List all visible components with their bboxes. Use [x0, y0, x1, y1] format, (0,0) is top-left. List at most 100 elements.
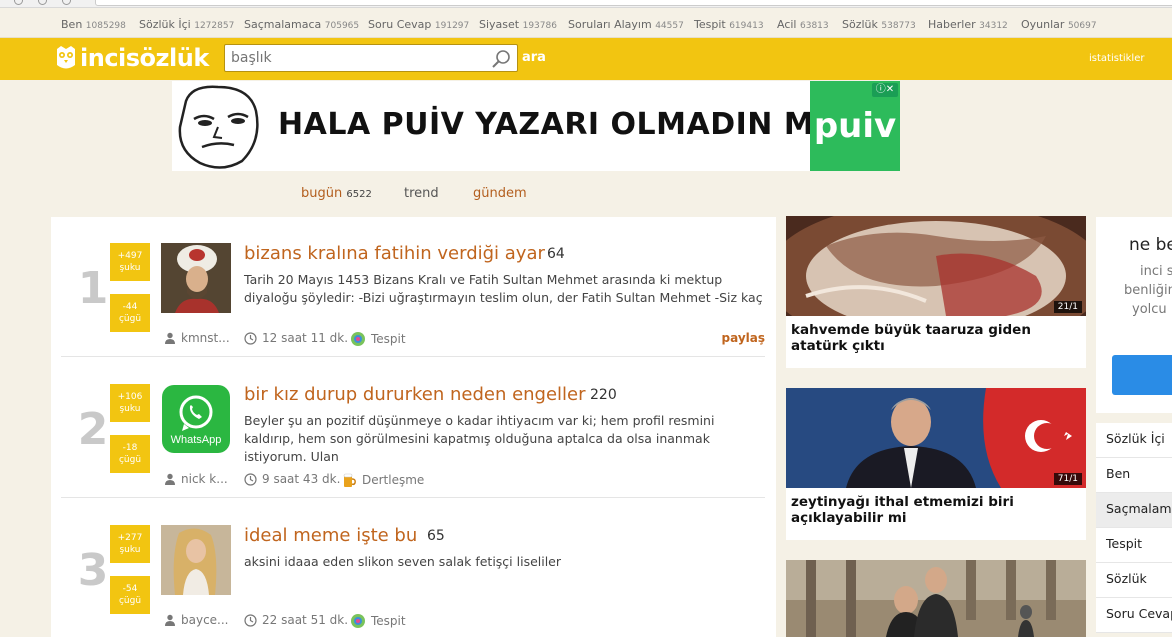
clock-icon — [244, 613, 257, 627]
promo-box: ne be inci s benliğin yolcu — [1096, 217, 1172, 413]
entry-count: 220 — [590, 387, 617, 403]
upvote-button[interactable]: +106 şuku — [110, 384, 150, 422]
back-icon[interactable] — [14, 0, 23, 5]
site-logo[interactable]: incisözlük — [55, 43, 209, 73]
card-badge: 71/1 — [1053, 473, 1082, 485]
meme-face-image — [178, 85, 259, 169]
entry-rank: 2 — [77, 404, 109, 455]
ad-close-icon[interactable]: ⓘ✕ — [872, 83, 898, 97]
entry-thumbnail[interactable] — [161, 525, 231, 595]
category-acil[interactable]: Acil 63813 — [777, 18, 829, 31]
promo-button[interactable] — [1112, 355, 1172, 395]
entry-category[interactable]: Tespit — [350, 331, 406, 347]
forward-icon[interactable] — [38, 0, 47, 5]
category-oyunlar[interactable]: Oyunlar 50697 — [1021, 18, 1097, 31]
entry-title[interactable]: ideal meme işte bu — [244, 525, 417, 546]
entry-user[interactable]: bayce... — [164, 613, 229, 627]
browser-chrome — [0, 0, 1172, 8]
entry-user[interactable]: kmnst... — [164, 331, 230, 345]
reload-icon[interactable] — [62, 0, 71, 5]
promo-text-1: inci s — [1140, 264, 1172, 279]
entry-time: 9 saat 43 dk. — [244, 472, 340, 486]
category-sozluk[interactable]: Sözlük 538773 — [842, 18, 916, 31]
tab-agenda[interactable]: gündem — [473, 186, 527, 201]
category-siyaset[interactable]: Siyaset 193786 — [479, 18, 557, 31]
channel-item[interactable]: Ben — [1096, 458, 1172, 493]
entry-time: 12 saat 11 dk. — [244, 331, 348, 345]
entry-count: 64 — [547, 246, 565, 262]
logo-text: incisözlük — [80, 44, 209, 72]
feed-tabs: bugün 6522 trend gündem — [0, 186, 900, 206]
channel-list: Sözlük İçi Ben Saçmalama Tespit Sözlük S… — [1096, 423, 1172, 633]
tespit-category-icon — [351, 614, 365, 628]
monument-photo-image — [786, 560, 1086, 637]
downvote-button[interactable]: -44 çügü — [110, 294, 150, 332]
coffee-foam-image — [786, 216, 1086, 316]
category-ben[interactable]: Ben 1085298 — [61, 18, 126, 31]
card-title[interactable]: kahvemde büyük taaruza giden atatürk çık… — [786, 316, 1086, 354]
share-button[interactable]: paylaş — [722, 331, 766, 345]
entry-rank: 3 — [77, 545, 109, 596]
channel-item[interactable]: Tespit — [1096, 528, 1172, 563]
clock-icon — [244, 331, 257, 345]
woman-photo-image — [161, 525, 231, 595]
entry-category[interactable]: Tespit — [350, 613, 406, 629]
upvote-button[interactable]: +497 şuku — [110, 243, 150, 281]
politician-photo-image — [786, 388, 1086, 488]
search-input[interactable] — [225, 45, 485, 71]
address-bar[interactable] — [95, 0, 1172, 6]
promo-heading: ne be — [1129, 235, 1172, 255]
card-image: 21/1 — [786, 216, 1086, 316]
category-haberler[interactable]: Haberler 34312 — [928, 18, 1008, 31]
entry-title[interactable]: bizans kralına fatihin verdiği ayar — [244, 243, 545, 264]
tab-today[interactable]: bugün 6522 — [301, 186, 372, 201]
trending-card[interactable]: 21/1 kahvemde büyük taaruza giden atatür… — [786, 216, 1086, 368]
promo-text-3: yolcu — [1132, 302, 1167, 317]
card-badge: 21/1 — [1053, 301, 1082, 313]
search-icon[interactable] — [491, 49, 511, 69]
clock-icon — [244, 472, 257, 486]
entry-user[interactable]: nick k... — [164, 472, 228, 486]
category-bar: Ben 1085298 Sözlük İçi 1272857 Saçmalama… — [0, 8, 1172, 38]
category-soru-cevap[interactable]: Soru Cevap 191297 — [368, 18, 469, 31]
downvote-button[interactable]: -18 çügü — [110, 435, 150, 473]
downvote-button[interactable]: -54 çügü — [110, 576, 150, 614]
card-title[interactable]: zeytinyağı ithal etmemizi biri açıklayab… — [786, 488, 1086, 526]
entry-thumbnail[interactable]: WhatsApp — [161, 384, 231, 454]
card-image: 71/1 — [786, 388, 1086, 488]
channel-item[interactable]: Saçmalama — [1096, 493, 1172, 528]
entry-time: 22 saat 51 dk. — [244, 613, 348, 627]
ad-banner[interactable]: HALA PUİV YAZARI OLMADIN MI? puiv ⓘ✕ — [172, 81, 900, 171]
channel-item[interactable]: Sözlük İçi — [1096, 423, 1172, 458]
trending-card[interactable] — [786, 560, 1086, 637]
tespit-category-icon — [351, 332, 365, 346]
entry-snippet[interactable]: Tarih 20 Mayıs 1453 Bizans Kralı ve Fati… — [244, 271, 764, 307]
list-item: 1 +497 şuku -44 çügü bizans kralına fatihi… — [61, 217, 765, 357]
owl-logo-icon — [57, 46, 75, 69]
search-button[interactable]: ara — [522, 50, 546, 65]
channel-item[interactable]: Sözlük — [1096, 563, 1172, 598]
entry-count: 65 — [427, 528, 445, 544]
list-item: 3 +277 şuku -54 çügü ideal meme işte bu 65… — [61, 499, 765, 637]
promo-text-2: benliğin — [1124, 283, 1172, 298]
entry-rank: 1 — [77, 263, 109, 314]
user-icon — [165, 473, 175, 485]
upvote-button[interactable]: +277 şuku — [110, 525, 150, 563]
channel-item[interactable]: Soru Cevap — [1096, 598, 1172, 633]
category-sacmalamaca[interactable]: Saçmalamaca 705965 — [244, 18, 359, 31]
entry-snippet[interactable]: Beyler şu an pozitif düşünmeye o kadar i… — [244, 412, 764, 466]
entry-category[interactable]: Dertleşme — [341, 472, 424, 488]
entry-thumbnail[interactable] — [161, 243, 231, 313]
user-icon — [165, 614, 175, 626]
category-tespit[interactable]: Tespit 619413 — [694, 18, 764, 31]
category-sozluk-ici[interactable]: Sözlük İçi 1272857 — [139, 18, 234, 31]
site-header: incisözlük ara istatistikler — [0, 38, 1172, 80]
trending-card[interactable]: 71/1 zeytinyağı ithal etmemizi biri açık… — [786, 388, 1086, 540]
category-sorulari-alayim[interactable]: Soruları Alayım 44557 — [568, 18, 684, 31]
stats-link[interactable]: istatistikler — [1089, 53, 1144, 64]
entry-title[interactable]: bir kız durup dururken neden engeller — [244, 384, 586, 405]
tab-trend[interactable]: trend — [404, 186, 439, 201]
card-image — [786, 560, 1086, 637]
entry-snippet[interactable]: aksini idaaa eden slikon seven salak fet… — [244, 553, 764, 571]
entry-list: 1 +497 şuku -44 çügü bizans kralına fatihi… — [51, 217, 776, 637]
